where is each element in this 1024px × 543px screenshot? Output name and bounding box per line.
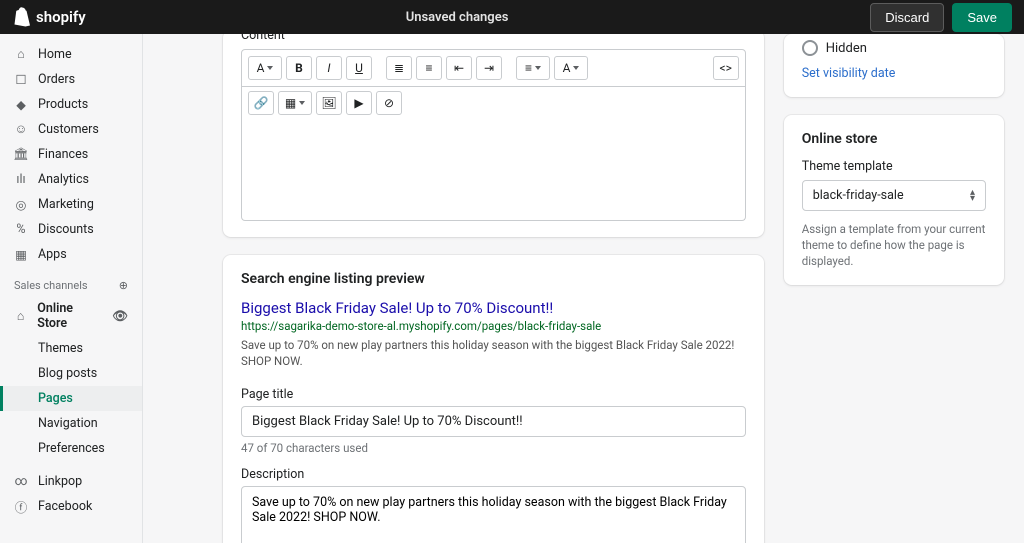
discounts-icon: % xyxy=(14,223,28,237)
rte-html-view[interactable]: <> xyxy=(713,56,739,80)
sidebar-item-home[interactable]: ⌂Home xyxy=(0,42,142,67)
rte-outdent[interactable]: ⇤ xyxy=(446,56,472,80)
home-icon: ⌂ xyxy=(14,48,28,62)
rte-number-list[interactable]: ≡ xyxy=(416,56,442,80)
set-visibility-date-link[interactable]: Set visibility date xyxy=(802,66,896,81)
visibility-card: Hidden Set visibility date xyxy=(784,34,1004,97)
sales-channels-heading: Sales channels⊕ xyxy=(0,267,142,296)
online-store-card: Online store Theme template black-friday… xyxy=(784,115,1004,285)
seo-heading: Search engine listing preview xyxy=(241,271,746,287)
seo-card: Search engine listing preview Biggest Bl… xyxy=(223,255,764,543)
theme-template-label: Theme template xyxy=(802,159,986,174)
visibility-hidden-option[interactable]: Hidden xyxy=(802,40,986,56)
radio-icon xyxy=(802,40,818,56)
sidebar-item-linkpop[interactable]: ∞Linkpop xyxy=(0,469,142,494)
sidebar-item-discounts[interactable]: %Discounts xyxy=(0,217,142,242)
rte-italic[interactable]: I xyxy=(316,56,342,80)
sidebar-item-facebook[interactable]: ⓕFacebook xyxy=(0,494,142,519)
customers-icon: ☺ xyxy=(14,123,28,137)
sidebar: ⌂Home ☐Orders ◆Products ☺Customers 🏛Fina… xyxy=(0,34,143,543)
rte-text-color[interactable]: A xyxy=(554,56,588,80)
rte-editor-body[interactable] xyxy=(241,121,746,221)
rte-video[interactable]: ▶ xyxy=(346,91,372,115)
sidebar-sub-themes[interactable]: Themes xyxy=(0,336,142,361)
sidebar-item-finances[interactable]: 🏛Finances xyxy=(0,142,142,167)
theme-template-select[interactable]: black-friday-sale ▴▾ xyxy=(802,180,986,211)
sidebar-item-marketing[interactable]: ◎Marketing xyxy=(0,192,142,217)
rte-image[interactable]: 🖼 xyxy=(316,91,342,115)
seo-preview-description: Save up to 70% on new play partners this… xyxy=(241,337,746,369)
sidebar-sub-blog-posts[interactable]: Blog posts xyxy=(0,361,142,386)
sidebar-sub-preferences[interactable]: Preferences xyxy=(0,436,142,461)
products-icon: ◆ xyxy=(14,98,28,112)
apps-icon: ▦ xyxy=(14,248,28,262)
rte-bold[interactable]: B xyxy=(286,56,312,80)
description-textarea[interactable] xyxy=(241,486,746,543)
discard-button[interactable]: Discard xyxy=(870,3,944,32)
sidebar-sub-pages[interactable]: Pages xyxy=(0,386,142,411)
sidebar-item-apps[interactable]: ▦Apps xyxy=(0,242,142,267)
sidebar-item-analytics[interactable]: ılıAnalytics xyxy=(0,167,142,192)
rte-clear-format[interactable]: ⊘ xyxy=(376,91,402,115)
rte-align[interactable]: ≡ xyxy=(516,56,550,80)
rte-paragraph-style[interactable]: A xyxy=(248,56,282,80)
theme-template-value: black-friday-sale xyxy=(813,188,904,203)
page-title-label: Page title xyxy=(241,387,746,402)
brand-text: shopify xyxy=(36,8,86,26)
select-caret-icon: ▴▾ xyxy=(970,190,975,202)
facebook-icon: ⓕ xyxy=(14,500,28,514)
add-channel-icon[interactable]: ⊕ xyxy=(119,279,128,292)
template-helper-text: Assign a template from your current them… xyxy=(802,221,986,269)
seo-preview-title: Biggest Black Friday Sale! Up to 70% Dis… xyxy=(241,299,746,317)
shopify-logo: shopify xyxy=(12,7,86,27)
page-title-counter: 47 of 70 characters used xyxy=(241,441,746,455)
sidebar-sub-navigation[interactable]: Navigation xyxy=(0,411,142,436)
rte-link[interactable]: 🔗 xyxy=(248,91,274,115)
page-title-input[interactable] xyxy=(241,406,746,437)
orders-icon: ☐ xyxy=(14,73,28,87)
seo-preview-url: https://sagarika-demo-store-al.myshopify… xyxy=(241,319,746,333)
rte-table[interactable]: ▦ xyxy=(278,91,312,115)
sidebar-item-online-store[interactable]: ⌂Online Store👁 xyxy=(0,296,142,336)
description-label: Description xyxy=(241,467,746,482)
unsaved-changes-title: Unsaved changes xyxy=(86,10,871,25)
linkpop-icon: ∞ xyxy=(14,475,28,489)
rte-indent[interactable]: ⇥ xyxy=(476,56,502,80)
rte-bullet-list[interactable]: ≣ xyxy=(386,56,412,80)
marketing-icon: ◎ xyxy=(14,198,28,212)
online-store-heading: Online store xyxy=(802,131,986,147)
hidden-label: Hidden xyxy=(826,41,867,56)
rte-toolbar: A B I U ≣ ≡ ⇤ ⇥ ≡ A <> xyxy=(241,49,746,87)
rte-underline[interactable]: U xyxy=(346,56,372,80)
sidebar-item-customers[interactable]: ☺Customers xyxy=(0,117,142,142)
sidebar-item-orders[interactable]: ☐Orders xyxy=(0,67,142,92)
content-label: Content xyxy=(241,34,746,43)
finances-icon: 🏛 xyxy=(14,148,28,162)
sidebar-item-products[interactable]: ◆Products xyxy=(0,92,142,117)
store-icon: ⌂ xyxy=(14,309,27,323)
save-button[interactable]: Save xyxy=(952,3,1012,32)
analytics-icon: ılı xyxy=(14,173,28,187)
eye-icon[interactable]: 👁 xyxy=(112,309,128,324)
